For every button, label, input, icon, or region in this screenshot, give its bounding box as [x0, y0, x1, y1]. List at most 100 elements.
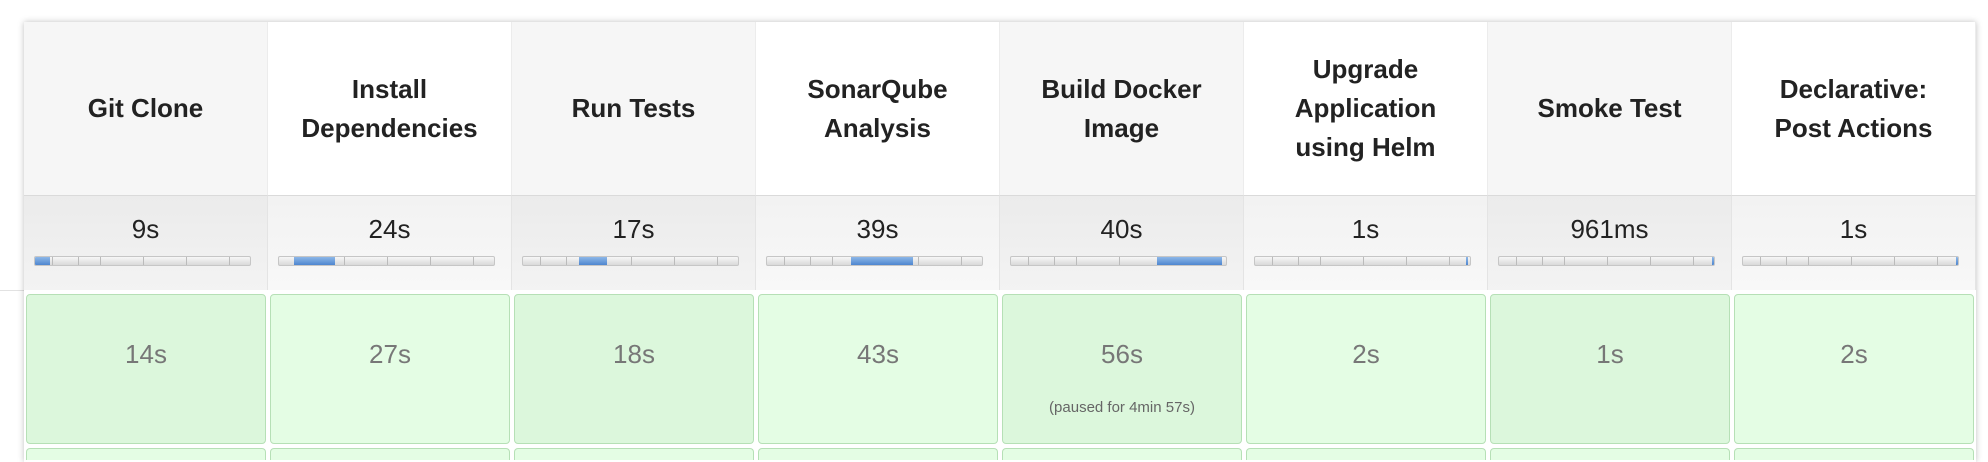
stage-header: Upgrade Application using Helm [1244, 22, 1488, 195]
stage-run-time: 18s [613, 339, 655, 369]
stage-average-time: 17s [612, 214, 655, 244]
stage-run-cell[interactable]: 56s (paused for 4min 57s) [1002, 294, 1242, 444]
stage-progress-bar [1498, 256, 1715, 266]
stage-header: Install Dependencies [268, 22, 512, 195]
progress-bar-tick [960, 257, 962, 265]
next-run-cell[interactable] [26, 448, 266, 460]
next-run-cell[interactable] [514, 448, 754, 460]
stage-run-time: 1s [1596, 339, 1624, 369]
next-run-cell[interactable] [758, 448, 998, 460]
stage-header-row: Git Clone Install Dependencies Run Tests So… [24, 22, 1976, 195]
stage-header: SonarQube Analysis [756, 22, 1000, 195]
next-run-cell[interactable] [1490, 448, 1730, 460]
progress-bar-tick [566, 257, 567, 265]
progress-bar-tick [1516, 257, 1518, 265]
stage-progress-bar [34, 256, 251, 266]
progress-bar-tick [1606, 257, 1608, 265]
progress-bar-tick [1118, 257, 1120, 265]
stage-average-time: 1s [1351, 214, 1380, 244]
stage-run-cell[interactable]: 2s [1734, 294, 1974, 444]
stage-progress-fill [294, 257, 335, 265]
stage-average-time: 9s [131, 214, 160, 244]
progress-bar-tick [1850, 257, 1852, 265]
stage-progress-bar [1742, 256, 1959, 266]
stage-average-time: 24s [368, 214, 411, 244]
stage-progress-fill [850, 257, 914, 265]
stage-average-cell: 9s [24, 195, 268, 290]
progress-bar-tick [716, 257, 718, 265]
progress-bar-tick [1362, 257, 1364, 265]
stage-average-cell: 1s [1732, 195, 1976, 290]
progress-bar-tick [386, 257, 388, 265]
progress-bar-tick [78, 257, 79, 265]
progress-bar-tick [1448, 257, 1450, 265]
stage-average-cell: 1s [1244, 195, 1488, 290]
progress-bar-tick [1936, 257, 1938, 265]
progress-bar-tick [1893, 257, 1895, 265]
progress-bar-tick [810, 257, 811, 265]
progress-bar-tick [1298, 257, 1299, 265]
progress-bar-tick [228, 257, 230, 265]
left-panel-edge [0, 290, 26, 458]
next-build-run-row [24, 448, 1976, 460]
next-run-cell[interactable] [1002, 448, 1242, 460]
stage-progress-bar [522, 256, 739, 266]
stage-progress-fill [1465, 257, 1468, 265]
stage-run-time: 14s [125, 339, 167, 369]
pipeline-stage-view: Git Clone Install Dependencies Run Tests So… [24, 22, 1976, 462]
stage-run-cell[interactable]: 27s [270, 294, 510, 444]
stage-header: Smoke Test [1488, 22, 1732, 195]
stage-progress-bar [1010, 256, 1227, 266]
average-times-row: 9s 24s 17s 39s 40s 1s 961ms 1s [24, 195, 1976, 290]
progress-bar-tick [917, 257, 919, 265]
stage-header: Declarative: Post Actions [1732, 22, 1976, 195]
progress-bar-tick [429, 257, 431, 265]
stage-progress-fill [35, 257, 51, 265]
stage-progress-bar [766, 256, 983, 266]
stage-paused-note: (paused for 4min 57s) [1049, 399, 1195, 416]
stage-header: Git Clone [24, 22, 268, 195]
progress-bar-tick [142, 257, 144, 265]
progress-bar-tick [1563, 257, 1565, 265]
build-run-row: 14s 27s 18s 43s 56s (paused for 4min 57s) 2s 1s… [24, 290, 1976, 448]
progress-bar-tick [52, 257, 54, 265]
next-run-cell[interactable] [1246, 448, 1486, 460]
progress-bar-tick [1319, 257, 1321, 265]
progress-bar-tick [630, 257, 632, 265]
progress-bar-tick [1075, 257, 1077, 265]
stage-run-time: 2s [1840, 339, 1868, 369]
stage-header: Build Docker Image [1000, 22, 1244, 195]
stage-run-cell[interactable]: 14s [26, 294, 266, 444]
stage-run-time: 2s [1352, 339, 1380, 369]
next-run-cell[interactable] [270, 448, 510, 460]
progress-bar-tick [1054, 257, 1055, 265]
progress-bar-tick [1786, 257, 1787, 265]
progress-bar-tick [99, 257, 101, 265]
next-run-cell[interactable] [1734, 448, 1974, 460]
progress-bar-tick [1272, 257, 1274, 265]
stage-average-time: 39s [856, 214, 899, 244]
stage-average-time: 1s [1839, 214, 1868, 244]
stage-average-cell: 40s [1000, 195, 1244, 290]
stage-progress-fill [1157, 257, 1222, 265]
progress-bar-tick [1028, 257, 1030, 265]
progress-bar-tick [185, 257, 187, 265]
stage-run-cell[interactable]: 18s [514, 294, 754, 444]
stage-average-cell: 17s [512, 195, 756, 290]
stage-run-cell[interactable]: 43s [758, 294, 998, 444]
progress-bar-tick [1542, 257, 1543, 265]
stage-average-cell: 24s [268, 195, 512, 290]
stage-run-cell[interactable]: 2s [1246, 294, 1486, 444]
progress-bar-tick [1649, 257, 1651, 265]
progress-bar-tick [673, 257, 675, 265]
stage-average-cell: 39s [756, 195, 1000, 290]
progress-bar-tick [540, 257, 542, 265]
progress-bar-tick [472, 257, 474, 265]
stage-progress-bar [1254, 256, 1471, 266]
stage-progress-fill [1711, 257, 1714, 265]
stage-average-time: 961ms [1570, 214, 1649, 244]
stage-progress-bar [278, 256, 495, 266]
stage-average-time: 40s [1100, 214, 1143, 244]
progress-bar-tick [343, 257, 345, 265]
stage-run-cell[interactable]: 1s [1490, 294, 1730, 444]
